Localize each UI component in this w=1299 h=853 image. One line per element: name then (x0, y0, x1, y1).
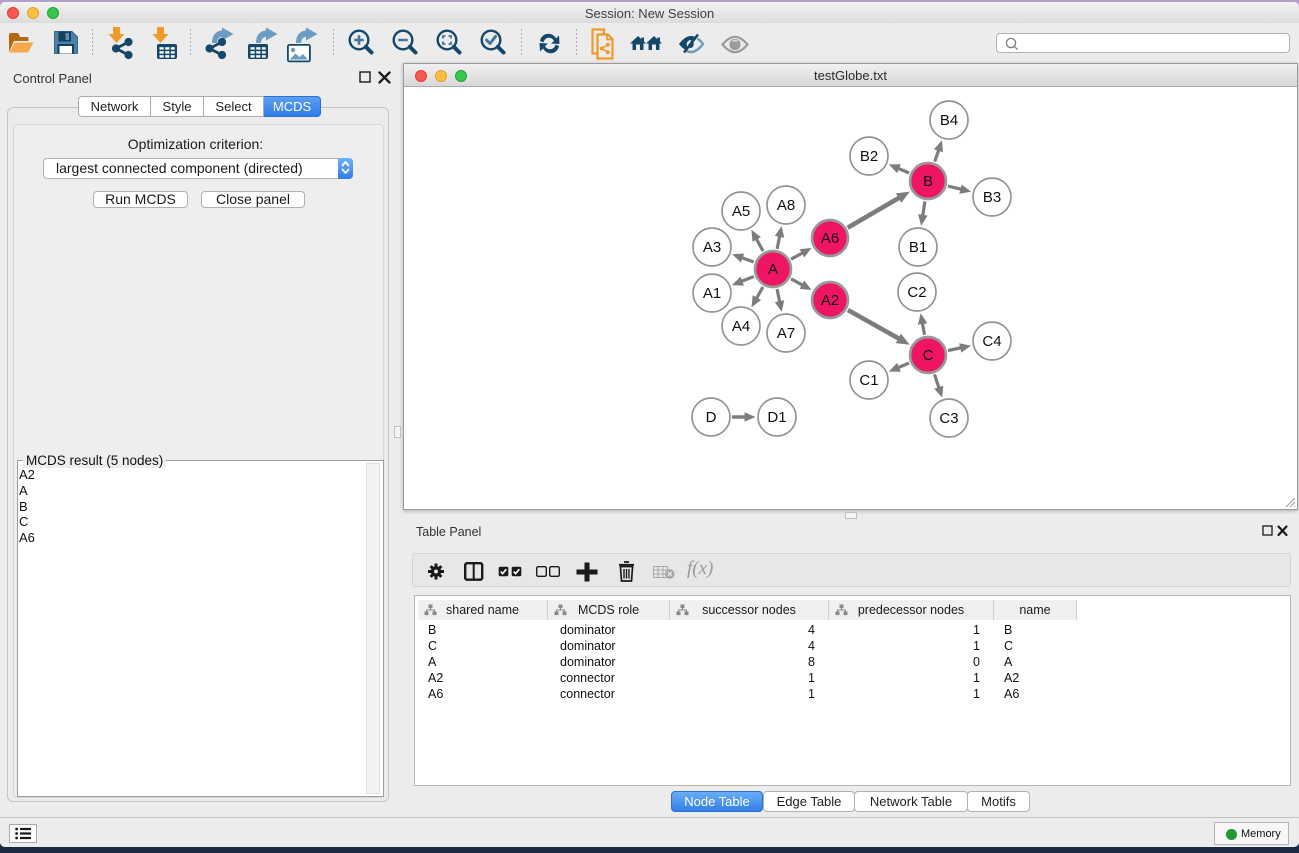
svg-text:C2: C2 (907, 284, 926, 301)
svg-text:D1: D1 (767, 409, 786, 426)
svg-text:A1: A1 (703, 285, 721, 302)
svg-text:A4: A4 (732, 318, 750, 335)
svg-text:C1: C1 (859, 372, 878, 389)
svg-text:B1: B1 (909, 239, 927, 256)
svg-text:C3: C3 (939, 410, 958, 427)
svg-text:B4: B4 (940, 112, 958, 129)
svg-text:A5: A5 (732, 203, 750, 220)
svg-text:A7: A7 (777, 325, 795, 342)
svg-text:C: C (923, 347, 934, 364)
svg-text:C4: C4 (982, 333, 1001, 350)
svg-text:A: A (768, 261, 778, 278)
svg-text:B3: B3 (983, 189, 1001, 206)
svg-text:B2: B2 (860, 148, 878, 165)
svg-text:A2: A2 (821, 292, 839, 309)
svg-text:B: B (923, 173, 933, 190)
svg-text:A6: A6 (821, 230, 839, 247)
svg-text:A8: A8 (777, 197, 795, 214)
svg-text:A3: A3 (703, 239, 721, 256)
svg-text:D: D (706, 409, 717, 426)
